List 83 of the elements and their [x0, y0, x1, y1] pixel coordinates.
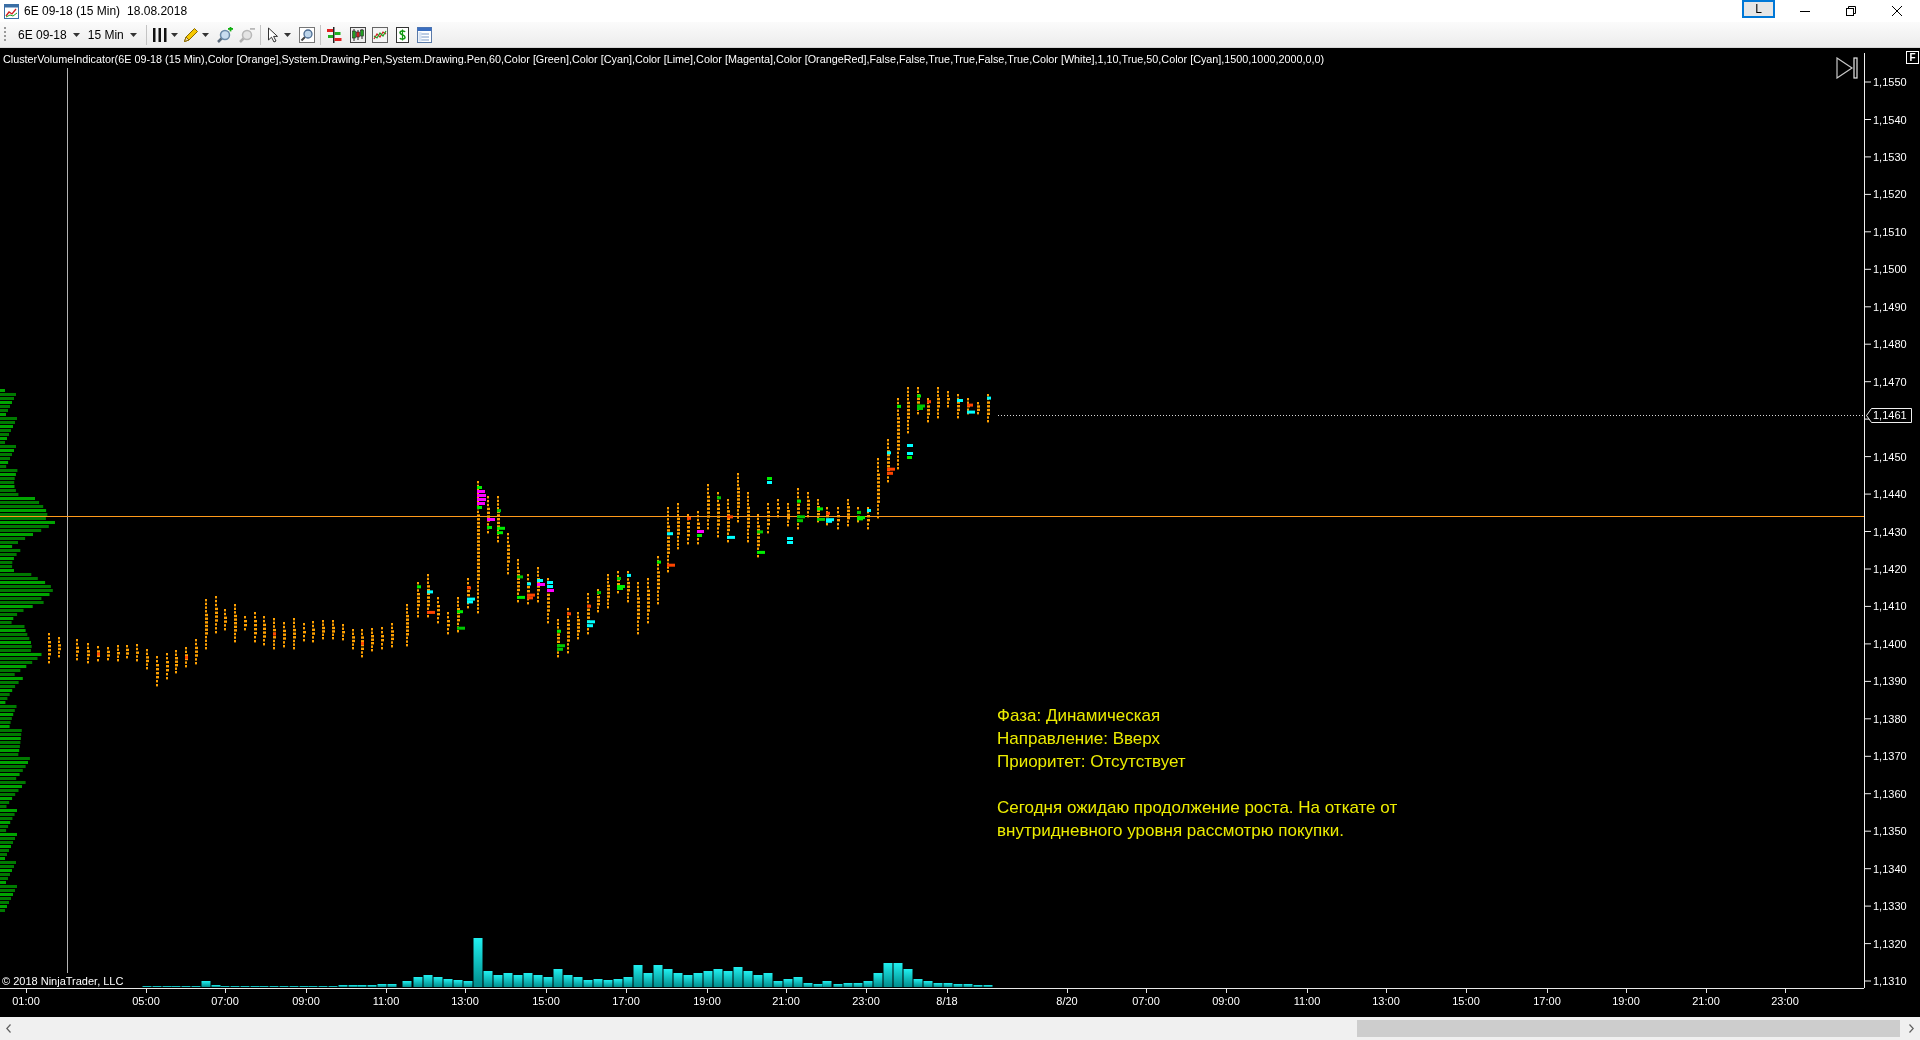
- price-label: 1,1310: [1873, 974, 1907, 988]
- table-icon[interactable]: [416, 26, 432, 43]
- caret-icon[interactable]: [170, 32, 178, 37]
- price-label: 1,1530: [1873, 149, 1907, 164]
- bars-icon[interactable]: [151, 26, 168, 43]
- note-line: Фаза: Динамическая: [997, 705, 1162, 727]
- grip-icon: [4, 25, 7, 44]
- magnifier-icon[interactable]: [298, 26, 315, 43]
- time-label: 13:00: [1371, 994, 1401, 1008]
- caret-icon: [72, 32, 80, 37]
- close-icon: [1892, 6, 1902, 16]
- price-label: 1,1550: [1873, 75, 1907, 89]
- time-label: 05:00: [131, 994, 161, 1008]
- time-label: 19:00: [1611, 994, 1641, 1008]
- caret-icon: [129, 32, 137, 37]
- time-label: 07:00: [1131, 994, 1161, 1008]
- current-price-label: 1,1461: [1866, 408, 1912, 423]
- scrollbar-thumb[interactable]: [1357, 1020, 1900, 1037]
- indicator-label: ClusterVolumeIndicator(6E 09-18 (15 Min),Color [Orange],System.Drawing.Pen,System.Drawing.Pen,60,Color [Green],Color [Cyan],Color [Lime],Color [Magenta],Color [OrangeRed],False,False,True,True,False,True,Color [White],1,10,True,50,Color [Cyan],1500,1000,2000,0,0): [3, 53, 1324, 66]
- price-label: 1,1540: [1873, 112, 1907, 127]
- price-label: 1,1520: [1873, 187, 1907, 202]
- time-label: 23:00: [1770, 994, 1800, 1008]
- price-label: 1,1350: [1873, 824, 1907, 839]
- time-label: 09:00: [1211, 994, 1241, 1008]
- time-label: 15:00: [1451, 994, 1481, 1008]
- price-label: 1,1490: [1873, 299, 1907, 314]
- minimize-icon: [1800, 10, 1810, 12]
- price-label: 1,1380: [1873, 711, 1907, 726]
- time-label: 8/20: [1055, 994, 1079, 1008]
- time-label: 11:00: [1292, 994, 1322, 1008]
- price-label: 1,1320: [1873, 936, 1907, 951]
- zoom-in-icon[interactable]: [216, 26, 233, 43]
- instrument-dropdown[interactable]: 6E 09-18: [14, 23, 84, 46]
- price-label: 1,1430: [1873, 524, 1907, 539]
- time-label: 15:00: [531, 994, 561, 1008]
- interval-dropdown[interactable]: 15 Min: [83, 23, 141, 46]
- note-line: Приоритет: Отсутствует: [997, 751, 1187, 773]
- price-label: 1,1440: [1873, 487, 1907, 502]
- time-label: 11:00: [371, 994, 401, 1008]
- price-label: 1,1510: [1873, 224, 1907, 239]
- cursor-icon[interactable]: [266, 26, 281, 43]
- dollar-icon[interactable]: [395, 26, 409, 43]
- time-label: 01:00: [11, 994, 41, 1008]
- note-comment: Сегодня ожидаю продолжение роста. На откате от внутридневного уровня рассмотрю покупки.: [997, 797, 1399, 842]
- scale-button[interactable]: F: [1906, 51, 1919, 64]
- price-label: 1,1400: [1873, 636, 1907, 651]
- time-label: 17:00: [611, 994, 641, 1008]
- price-label: 1,1410: [1873, 599, 1907, 614]
- price-label: 1,1390: [1873, 674, 1907, 689]
- layout-button[interactable]: L: [1742, 0, 1775, 18]
- time-label: 21:00: [771, 994, 801, 1008]
- chevron-right-icon: [1909, 1024, 1914, 1033]
- line-chart-icon[interactable]: [371, 26, 388, 43]
- caret-icon[interactable]: [201, 32, 209, 37]
- time-label: 07:00: [210, 994, 240, 1008]
- time-label: 09:00: [291, 994, 321, 1008]
- colored-bars-icon[interactable]: [325, 26, 342, 43]
- price-label: 1,1340: [1873, 861, 1907, 876]
- price-label: 1,1360: [1873, 786, 1907, 801]
- chart-app-icon: [4, 3, 19, 19]
- price-label: 1,1450: [1873, 449, 1907, 464]
- copyright-text: © 2018 NinjaTrader, LLC: [2, 975, 124, 988]
- price-label: 1,1480: [1873, 337, 1907, 352]
- price-label: 1,1470: [1873, 374, 1907, 389]
- time-label: 23:00: [851, 994, 881, 1008]
- time-label: 19:00: [692, 994, 722, 1008]
- candlestick-icon[interactable]: [349, 26, 366, 43]
- price-label: 1,1500: [1873, 262, 1907, 277]
- note-line: Направление: Вверх: [997, 728, 1162, 750]
- pencil-icon[interactable]: [182, 26, 199, 43]
- chevron-left-icon: [6, 1024, 11, 1033]
- time-label: 13:00: [450, 994, 480, 1008]
- restore-icon: [1846, 6, 1856, 16]
- window-title: 6E 09-18 (15 Min): [24, 4, 121, 18]
- price-label: 1,1330: [1873, 899, 1907, 914]
- time-label: 8/18: [935, 994, 959, 1008]
- time-label: 21:00: [1691, 994, 1721, 1008]
- window-date: 18.08.2018: [127, 4, 188, 18]
- price-label: 1,1420: [1873, 562, 1907, 576]
- caret-icon[interactable]: [283, 32, 291, 37]
- price-label: 1,1370: [1873, 749, 1907, 764]
- skip-to-end-icon[interactable]: [1836, 57, 1858, 79]
- time-label: 17:00: [1532, 994, 1562, 1008]
